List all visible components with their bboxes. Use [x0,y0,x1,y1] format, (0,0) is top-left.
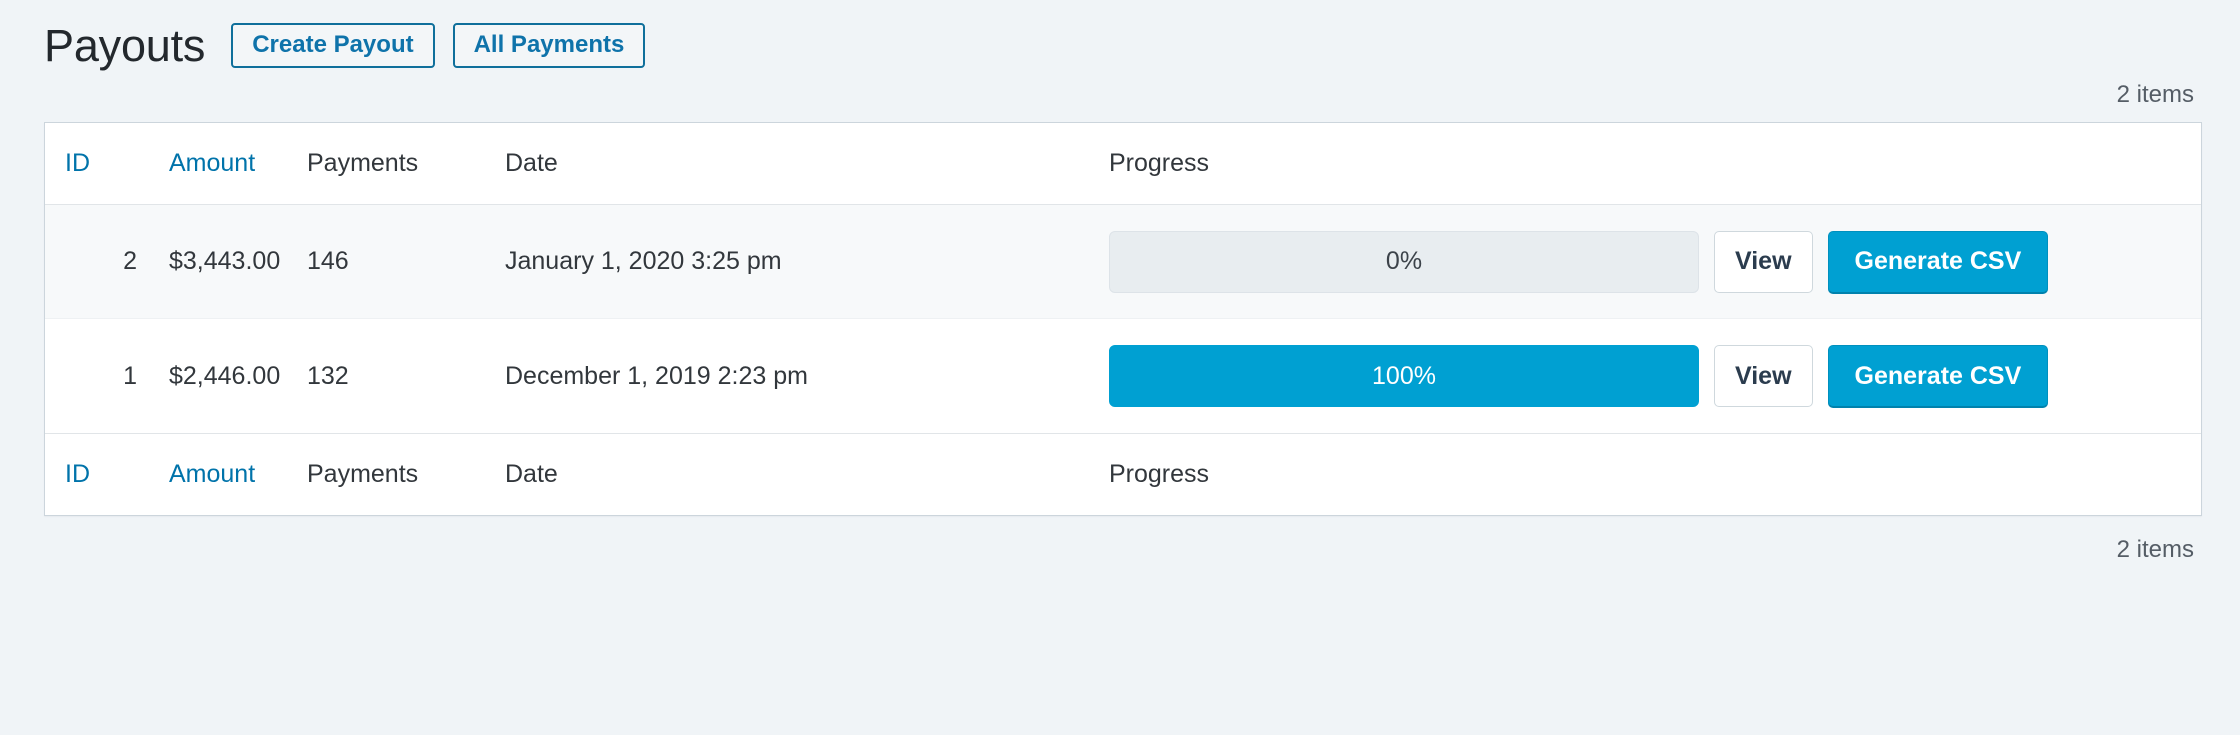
column-footer-amount[interactable]: Amount [149,433,289,515]
sort-link-id-footer[interactable]: ID [65,460,90,488]
sort-link-id[interactable]: ID [65,149,90,177]
cell-payments: 132 [307,361,349,390]
progress-cell: 0% View Generate CSV [1109,230,2201,293]
table-row: 1 $2,446.00 132 December 1, 2019 2:23 pm… [45,319,2201,433]
table-footer-row: ID Amount Payments Date Progress [45,433,2201,515]
table-row: 2 $3,443.00 146 January 1, 2020 3:25 pm … [45,205,2201,319]
item-count-top: 2 items [2116,81,2194,108]
table-head: ID Amount Payments Date Progress [45,123,2201,205]
all-payments-button[interactable]: All Payments [452,22,646,68]
progress-bar: 100% [1109,345,1699,407]
cell-progress: 0% View Generate CSV [1085,205,2201,319]
column-header-progress: Progress [1085,123,2201,205]
cell-amount: $3,443.00 [149,205,289,319]
column-header-amount[interactable]: Amount [149,123,289,205]
create-payout-button[interactable]: Create Payout [231,22,435,68]
cell-date: December 1, 2019 2:23 pm [505,361,808,390]
column-footer-date: Date [485,433,1085,515]
cell-payments: 146 [289,205,485,319]
cell-id: 2 [45,205,149,319]
table-header-row: ID Amount Payments Date Progress [45,123,2201,205]
tablenav-top: 2 items [44,68,2196,122]
generate-csv-button[interactable]: Generate CSV [1827,230,2049,293]
table-foot: ID Amount Payments Date Progress [45,433,2201,515]
column-header-id[interactable]: ID [45,123,149,205]
view-button[interactable]: View [1714,230,1813,293]
sort-link-amount-footer[interactable]: Amount [169,460,255,488]
page-header: Payouts Create Payout All Payments [44,0,2196,68]
table-body: 2 $3,443.00 146 January 1, 2020 3:25 pm … [45,205,2201,433]
payouts-page: Payouts Create Payout All Payments 2 ite… [0,0,2240,735]
progress-label: 0% [1385,247,1423,275]
progress-bar: 0% [1109,230,1699,293]
column-footer-payments: Payments [289,433,485,515]
payouts-table: ID Amount Payments Date Progress 2 $3,44… [44,122,2202,516]
cell-date: January 1, 2020 3:25 pm [485,205,1085,319]
column-footer-id[interactable]: ID [45,433,149,515]
view-button[interactable]: View [1714,345,1813,407]
progress-cell: 100% View Generate CSV [1109,345,2201,407]
column-footer-progress: Progress [1085,433,2201,515]
sort-link-amount[interactable]: Amount [169,149,255,177]
tablenav-bottom: 2 items [44,516,2196,602]
cell-progress: 100% View Generate CSV [1085,319,2201,433]
column-header-payments: Payments [289,123,485,205]
progress-label: 100% [1372,361,1436,390]
item-count-bottom: 2 items [2116,536,2194,563]
generate-csv-button[interactable]: Generate CSV [1827,345,2049,407]
cell-id: 1 [123,361,137,390]
column-header-date: Date [485,123,1085,205]
page-title: Payouts [44,19,206,71]
cell-amount: $2,446.00 [169,361,281,390]
